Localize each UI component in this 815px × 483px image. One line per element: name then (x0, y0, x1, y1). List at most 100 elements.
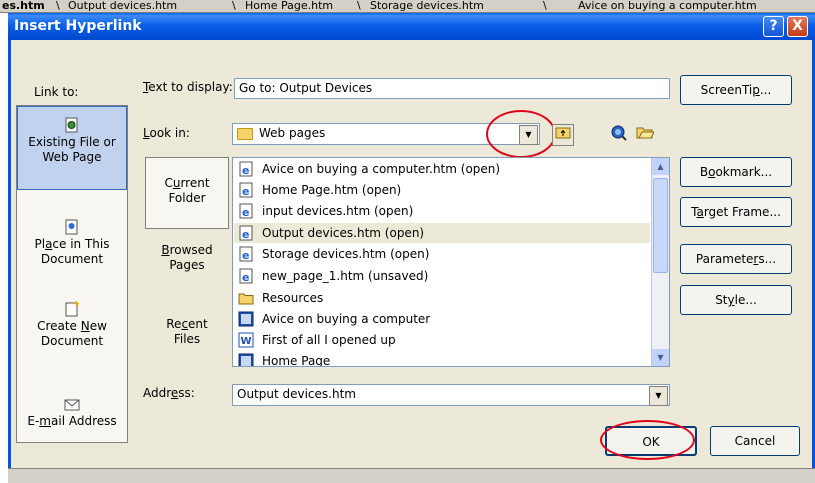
link-email-label: E-mail Address (27, 414, 117, 428)
file-name: First of all I opened up (262, 333, 396, 347)
tab-separator: \ (232, 0, 236, 12)
word-doc-icon: W (238, 332, 254, 348)
ie-page-icon: e (239, 225, 253, 241)
scroll-thumb[interactable] (653, 178, 668, 273)
open-folder-icon (636, 127, 655, 139)
text-to-display-field[interactable]: Go to: Output Devices (234, 78, 670, 99)
file-name: Storage devices.htm (open) (262, 247, 430, 261)
link-existing-label-2: Web Page (42, 150, 102, 164)
parameters-button[interactable]: Parameters... (680, 244, 792, 274)
close-button[interactable]: X (787, 16, 808, 37)
link-place-label-1: Place in This (34, 237, 110, 251)
tab-partial[interactable]: es.htm (2, 0, 45, 12)
link-place-label-2: Document (40, 252, 104, 266)
tab-storage-devices[interactable]: Storage devices.htm (370, 0, 484, 12)
file-name: Home Page.htm (open) (262, 183, 402, 197)
tab-separator: \ (56, 0, 60, 12)
svg-text:e: e (242, 249, 249, 262)
document-tab-strip: es.htm \ Output devices.htm \ Home Page.… (0, 0, 815, 13)
tab-avice[interactable]: Avice on buying a computer.htm (578, 0, 757, 12)
svg-text:e: e (242, 164, 249, 177)
up-one-folder-button[interactable] (552, 124, 574, 146)
svg-text:W: W (241, 336, 252, 347)
list-item[interactable]: W First of all I opened up (234, 330, 650, 350)
file-list-scrollbar[interactable]: ▲ ▼ (651, 158, 669, 366)
svg-text:e: e (242, 206, 249, 219)
help-button[interactable]: ? (763, 16, 784, 37)
list-item[interactable]: e Home Page.htm (open) (234, 180, 650, 200)
address-field[interactable]: Output devices.htm ▼ (232, 384, 670, 406)
browsed-pages-label-2: Pages (169, 258, 205, 272)
target-frame-button[interactable]: Target Frame... (680, 197, 792, 227)
dialog-title: Insert Hyperlink (14, 18, 142, 34)
link-create-label-1: Create New (37, 319, 107, 333)
tab-output-devices[interactable]: Output devices.htm (68, 0, 177, 12)
list-item[interactable]: Resources (234, 288, 650, 308)
file-name: Home Page (262, 354, 331, 367)
list-item[interactable]: e Storage devices.htm (open) (234, 244, 650, 264)
document-globe-icon (65, 117, 78, 133)
current-folder-label-2: Folder (168, 191, 206, 205)
browse-current-folder[interactable]: Current Folder (145, 157, 229, 229)
scroll-down-icon[interactable]: ▼ (652, 349, 669, 366)
ie-page-icon: e (239, 203, 253, 219)
ie-page-icon: e (239, 161, 253, 177)
svg-text:e: e (242, 228, 249, 241)
list-item[interactable]: e input devices.htm (open) (234, 201, 650, 221)
file-name: Avice on buying a computer.htm (open) (262, 162, 501, 176)
new-document-icon (65, 301, 79, 317)
list-item[interactable]: e new_page_1.htm (unsaved) (234, 266, 650, 286)
look-in-value: Web pages (259, 126, 326, 140)
folder-icon (238, 293, 254, 305)
file-name: new_page_1.htm (unsaved) (262, 269, 429, 283)
browse-browsed-pages[interactable]: Browsed Pages (145, 243, 229, 273)
envelope-icon (64, 399, 80, 411)
link-to-label: Link to: (34, 85, 79, 99)
look-in-label: Look in: (143, 126, 190, 140)
ie-page-icon: e (239, 268, 253, 284)
place-in-document-icon (65, 219, 78, 235)
text-to-display-label: Text to display: (143, 80, 233, 94)
browse-file-button[interactable] (634, 124, 656, 146)
list-item-selected[interactable]: e Output devices.htm (open) (234, 223, 650, 243)
recent-files-label-1: Recent (166, 317, 208, 331)
file-name: input devices.htm (open) (262, 204, 414, 218)
file-list[interactable]: e Avice on buying a computer.htm (open) e… (232, 157, 670, 367)
screentip-button[interactable]: ScreenTip... (680, 75, 792, 105)
annotation-circle-ok (600, 420, 695, 460)
chevron-down-icon[interactable]: ▼ (649, 386, 668, 406)
bookmark-button[interactable]: Bookmark... (680, 157, 792, 187)
link-existing-label-1: Existing File or (28, 135, 116, 149)
ie-page-icon: e (239, 182, 253, 198)
cancel-button[interactable]: Cancel (710, 426, 800, 456)
file-name: Resources (262, 291, 324, 305)
link-to-bar: Existing File or Web Page Place in This … (16, 105, 128, 443)
scroll-up-icon[interactable]: ▲ (652, 158, 669, 175)
file-name: Avice on buying a computer (262, 312, 431, 326)
link-place-in-document[interactable]: Place in This Document (17, 219, 127, 267)
publisher-doc-icon (238, 353, 254, 366)
link-create-new-document[interactable]: Create New Document (17, 301, 127, 349)
address-value: Output devices.htm (237, 387, 356, 401)
annotation-circle-dropdown (486, 110, 556, 158)
browse-web-icon (611, 125, 627, 141)
list-item[interactable]: Avice on buying a computer (234, 309, 650, 329)
tab-home-page[interactable]: Home Page.htm (245, 0, 333, 12)
link-create-label-2: Document (40, 334, 104, 348)
recent-files-label-2: Files (173, 332, 201, 346)
status-bar (8, 468, 815, 483)
browsed-pages-label-1: Browsed (161, 243, 213, 257)
link-email-address[interactable]: E-mail Address (17, 396, 127, 429)
browse-strip: Current Folder Browsed Pages Recent File… (145, 157, 229, 367)
address-label: Address: (143, 386, 195, 400)
browse-web-button[interactable] (608, 124, 630, 146)
list-item[interactable]: Home Page (234, 351, 650, 367)
style-button[interactable]: Style... (680, 285, 792, 315)
publisher-doc-icon (238, 311, 254, 327)
list-item[interactable]: e Avice on buying a computer.htm (open) (234, 159, 650, 179)
svg-text:e: e (242, 271, 249, 284)
link-existing-file[interactable]: Existing File or Web Page (17, 106, 127, 190)
browse-recent-files[interactable]: Recent Files (145, 317, 229, 347)
tab-separator: \ (357, 0, 361, 12)
svg-text:e: e (242, 185, 249, 198)
